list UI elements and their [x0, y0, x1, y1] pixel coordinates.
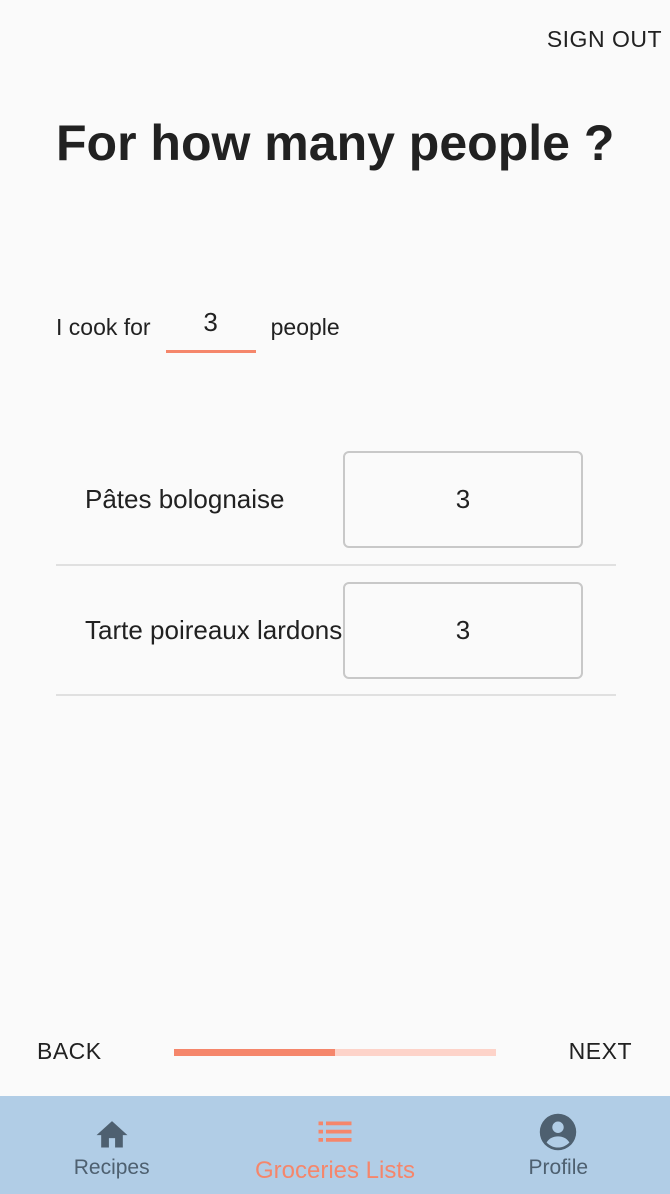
sign-out-button[interactable]: SIGN OUT: [547, 26, 662, 53]
back-button[interactable]: BACK: [37, 1038, 102, 1065]
next-button[interactable]: NEXT: [569, 1038, 632, 1065]
nav-item-profile[interactable]: Profile: [447, 1096, 670, 1194]
people-count-field[interactable]: [165, 302, 256, 353]
recipe-row: Pâtes bolognaise 3: [56, 435, 616, 566]
recipe-servings-input[interactable]: 3: [343, 581, 583, 679]
list-icon: [317, 1109, 353, 1155]
recipe-servings-input[interactable]: 3: [343, 451, 583, 548]
people-count-row: I cook for people: [56, 300, 340, 354]
nav-item-groceries-lists[interactable]: Groceries Lists: [223, 1096, 446, 1194]
bottom-navigation: Recipes Groceries Lists Profile: [0, 1096, 670, 1194]
recipes-list: Pâtes bolognaise 3 Tarte poireaux lardon…: [56, 435, 616, 696]
page-title: For how many people ?: [56, 115, 615, 171]
nav-item-recipes[interactable]: Recipes: [0, 1096, 223, 1194]
nav-label-groceries-lists: Groceries Lists: [254, 1157, 416, 1184]
wizard-progress-bar: [174, 1049, 496, 1056]
nav-label-recipes: Recipes: [73, 1156, 150, 1179]
recipe-name: Pâtes bolognaise: [85, 484, 285, 514]
people-count-input[interactable]: [180, 307, 241, 338]
recipe-row: Tarte poireaux lardons 3: [56, 566, 616, 696]
nav-label-profile: Profile: [528, 1156, 589, 1179]
people-label: people: [270, 313, 340, 340]
home-icon: [93, 1109, 131, 1155]
recipe-name: Tarte poireaux lardons: [85, 614, 343, 645]
cook-for-label: I cook for: [56, 313, 151, 340]
wizard-stepper: BACK NEXT: [0, 1020, 670, 1084]
account-circle-icon: [539, 1109, 577, 1155]
wizard-progress-fill: [174, 1049, 335, 1056]
